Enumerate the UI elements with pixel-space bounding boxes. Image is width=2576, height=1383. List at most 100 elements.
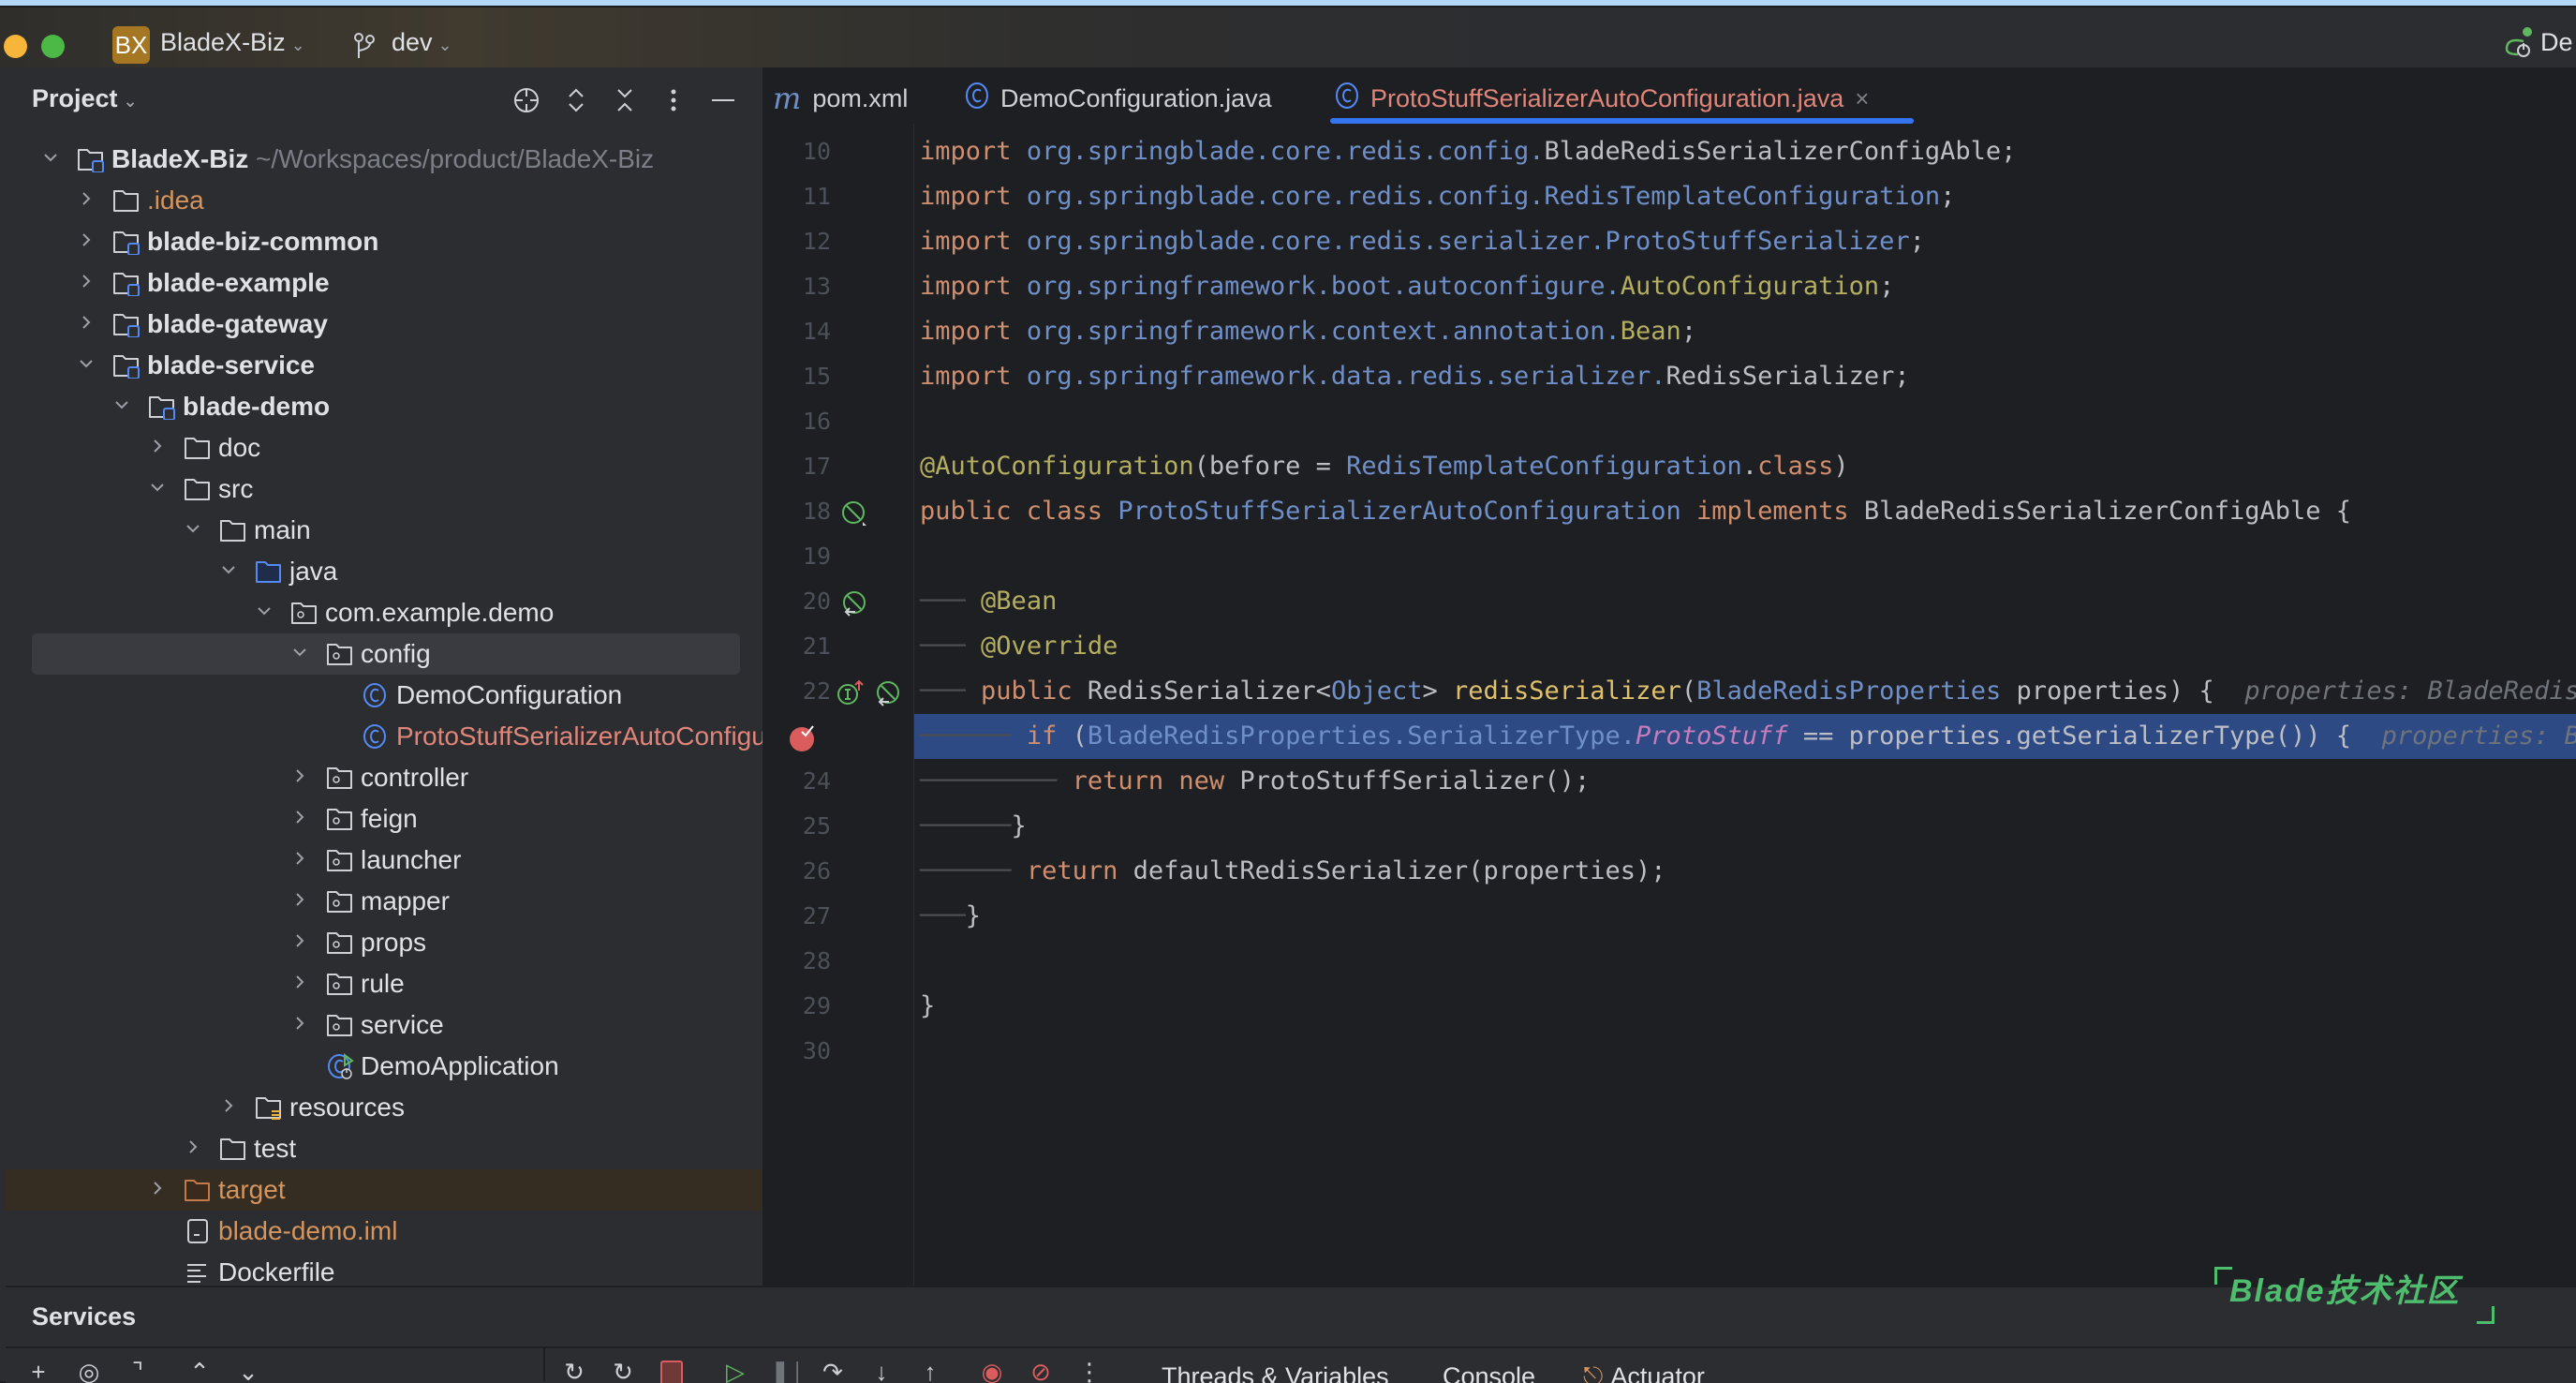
line-number[interactable]: 22 bbox=[782, 669, 831, 714]
line-number[interactable]: 18 bbox=[782, 489, 831, 534]
line-number[interactable]: 30 bbox=[782, 1029, 831, 1074]
tree-item[interactable]: target bbox=[6, 1169, 762, 1211]
code-line[interactable]: 16 bbox=[763, 399, 2576, 444]
run-config-label[interactable]: De bbox=[2540, 28, 2573, 57]
code-line[interactable]: 29} bbox=[763, 984, 2576, 1029]
step-out-icon[interactable]: ↑ bbox=[916, 1361, 944, 1383]
chevron-down-icon[interactable] bbox=[255, 602, 274, 620]
resume-icon[interactable]: ▷ bbox=[721, 1361, 749, 1383]
code-line[interactable]: 30 bbox=[763, 1029, 2576, 1074]
chevron-right-icon[interactable] bbox=[77, 189, 96, 208]
line-number[interactable]: 14 bbox=[782, 309, 831, 354]
code-line[interactable]: 14 import org.springframework.context.ann… bbox=[763, 309, 2576, 354]
code-line[interactable]: 18 public class ProtoStuffSerializerAutoC… bbox=[763, 489, 2576, 534]
line-number[interactable]: 12 bbox=[782, 219, 831, 264]
chevron-right-icon[interactable] bbox=[290, 766, 309, 785]
tree-item[interactable]: resources bbox=[6, 1087, 762, 1128]
tab-protostuff-serializer-auto-configuration[interactable]: ProtoStuffSerializerAutoConfiguration.ja… bbox=[1335, 77, 1869, 120]
pause-icon[interactable]: ❚❚ bbox=[770, 1361, 798, 1383]
tree-item[interactable]: service bbox=[6, 1004, 762, 1046]
chevron-down-icon[interactable] bbox=[148, 478, 167, 497]
tree-item[interactable]: com.example.demo bbox=[6, 592, 762, 633]
tab-pom-xml[interactable]: m pom.xml bbox=[773, 77, 908, 120]
code-line[interactable]: 28 bbox=[763, 939, 2576, 984]
chevron-right-icon[interactable] bbox=[219, 1096, 238, 1115]
chevron-right-icon[interactable] bbox=[184, 1138, 202, 1156]
tree-item[interactable]: blade-service bbox=[6, 345, 762, 386]
tree-item[interactable]: blade-gateway bbox=[6, 304, 762, 345]
mute-breakpoints-icon[interactable]: ⊘ bbox=[1027, 1361, 1055, 1383]
tab-demo-configuration[interactable]: DemoConfiguration.java bbox=[965, 77, 1272, 120]
tree-item[interactable]: controller bbox=[6, 757, 762, 798]
chevron-right-icon[interactable] bbox=[290, 973, 309, 991]
move-down-icon[interactable]: ⌄ bbox=[234, 1361, 262, 1383]
tree-item[interactable]: props bbox=[6, 922, 762, 963]
tree-item[interactable]: blade-biz-common bbox=[6, 221, 762, 262]
tree-item[interactable]: DemoApplication bbox=[6, 1046, 762, 1087]
chevron-down-icon[interactable] bbox=[41, 148, 60, 167]
code-line[interactable]: 21 ─── @Override bbox=[763, 624, 2576, 669]
tree-item[interactable]: .idea bbox=[6, 180, 762, 221]
chevron-right-icon[interactable] bbox=[148, 1179, 167, 1197]
tab-actuator[interactable]: ⎋ Actuator bbox=[1583, 1361, 1705, 1383]
line-number[interactable]: 26 bbox=[782, 849, 831, 894]
tab-console[interactable]: Console bbox=[1443, 1361, 1535, 1383]
tree-item[interactable]: launcher bbox=[6, 840, 762, 881]
chevron-right-icon[interactable] bbox=[77, 230, 96, 249]
restart-icon[interactable]: ↻ bbox=[609, 1361, 637, 1383]
tree-item[interactable]: mapper bbox=[6, 881, 762, 922]
bean-navigate-icon[interactable] bbox=[874, 677, 902, 706]
line-number[interactable]: 11 bbox=[782, 174, 831, 219]
tree-item[interactable]: blade-example bbox=[6, 262, 762, 304]
tree-item[interactable]: Dockerfile bbox=[6, 1252, 762, 1286]
code-line[interactable]: 24 ───────── return new ProtoStuffSeriali… bbox=[763, 759, 2576, 804]
line-number[interactable]: 15 bbox=[782, 354, 831, 399]
tree-item[interactable]: DemoConfiguration bbox=[6, 675, 762, 716]
code-line[interactable]: ────── if (BladeRedisProperties.Serializ… bbox=[763, 714, 2576, 759]
chevron-down-icon[interactable] bbox=[219, 560, 238, 579]
code-line[interactable]: 27 ───} bbox=[763, 894, 2576, 939]
tree-item[interactable]: src bbox=[6, 468, 762, 510]
chevron-right-icon[interactable] bbox=[77, 272, 96, 290]
add-service-icon[interactable]: + bbox=[24, 1361, 52, 1383]
tree-item[interactable]: blade-demo bbox=[6, 386, 762, 427]
code-line[interactable]: 13 import org.springframework.boot.autoco… bbox=[763, 264, 2576, 309]
chevron-down-icon[interactable] bbox=[77, 354, 96, 373]
chevron-right-icon[interactable] bbox=[290, 1014, 309, 1033]
code-line[interactable]: 12 import org.springblade.core.redis.seri… bbox=[763, 219, 2576, 264]
chevron-right-icon[interactable] bbox=[148, 437, 167, 455]
chevron-right-icon[interactable] bbox=[77, 313, 96, 332]
tree-item[interactable]: doc bbox=[6, 427, 762, 468]
chevron-down-icon[interactable] bbox=[112, 395, 131, 414]
breakpoint-icon[interactable] bbox=[788, 722, 816, 751]
line-number[interactable]: 24 bbox=[782, 759, 831, 804]
chevron-right-icon[interactable] bbox=[290, 808, 309, 826]
code-line[interactable]: 11 import org.springblade.core.redis.conf… bbox=[763, 174, 2576, 219]
chevron-right-icon[interactable] bbox=[290, 931, 309, 950]
code-line[interactable]: 10 import org.springblade.core.redis.conf… bbox=[763, 129, 2576, 174]
tree-item[interactable]: blade-demo.iml bbox=[6, 1211, 762, 1252]
code-line[interactable]: 25 ──────} bbox=[763, 804, 2576, 849]
tree-item[interactable]: config bbox=[6, 633, 762, 675]
tab-threads-variables[interactable]: Threads & Variables bbox=[1162, 1361, 1389, 1383]
move-up-icon[interactable]: ⌃ bbox=[185, 1361, 214, 1383]
line-number[interactable]: 27 bbox=[782, 894, 831, 939]
line-number[interactable]: 10 bbox=[782, 129, 831, 174]
chevron-right-icon[interactable] bbox=[290, 849, 309, 868]
more-icon[interactable]: ⋮ bbox=[1075, 1361, 1103, 1383]
code-line[interactable]: 19 bbox=[763, 534, 2576, 579]
tree-item[interactable]: ProtoStuffSerializerAutoConfiguration bbox=[6, 716, 762, 757]
implemented-icon[interactable] bbox=[840, 498, 868, 526]
tree-item[interactable]: java bbox=[6, 551, 762, 592]
line-number[interactable]: 13 bbox=[782, 264, 831, 309]
tree-item[interactable]: main bbox=[6, 510, 762, 551]
chevron-down-icon[interactable] bbox=[184, 519, 202, 538]
chevron-down-icon[interactable] bbox=[290, 643, 309, 662]
services-split-divider[interactable] bbox=[543, 1348, 545, 1381]
line-number[interactable]: 29 bbox=[782, 984, 831, 1029]
line-number[interactable]: 21 bbox=[782, 624, 831, 669]
code-line[interactable]: 15 import org.springframework.data.redis.… bbox=[763, 354, 2576, 399]
code-line[interactable]: 26 ────── return defaultRedisSerializer(p… bbox=[763, 849, 2576, 894]
code-line[interactable]: 22 ─── public RedisSerializer<Object> red… bbox=[763, 669, 2576, 714]
tree-item[interactable]: rule bbox=[6, 963, 762, 1004]
